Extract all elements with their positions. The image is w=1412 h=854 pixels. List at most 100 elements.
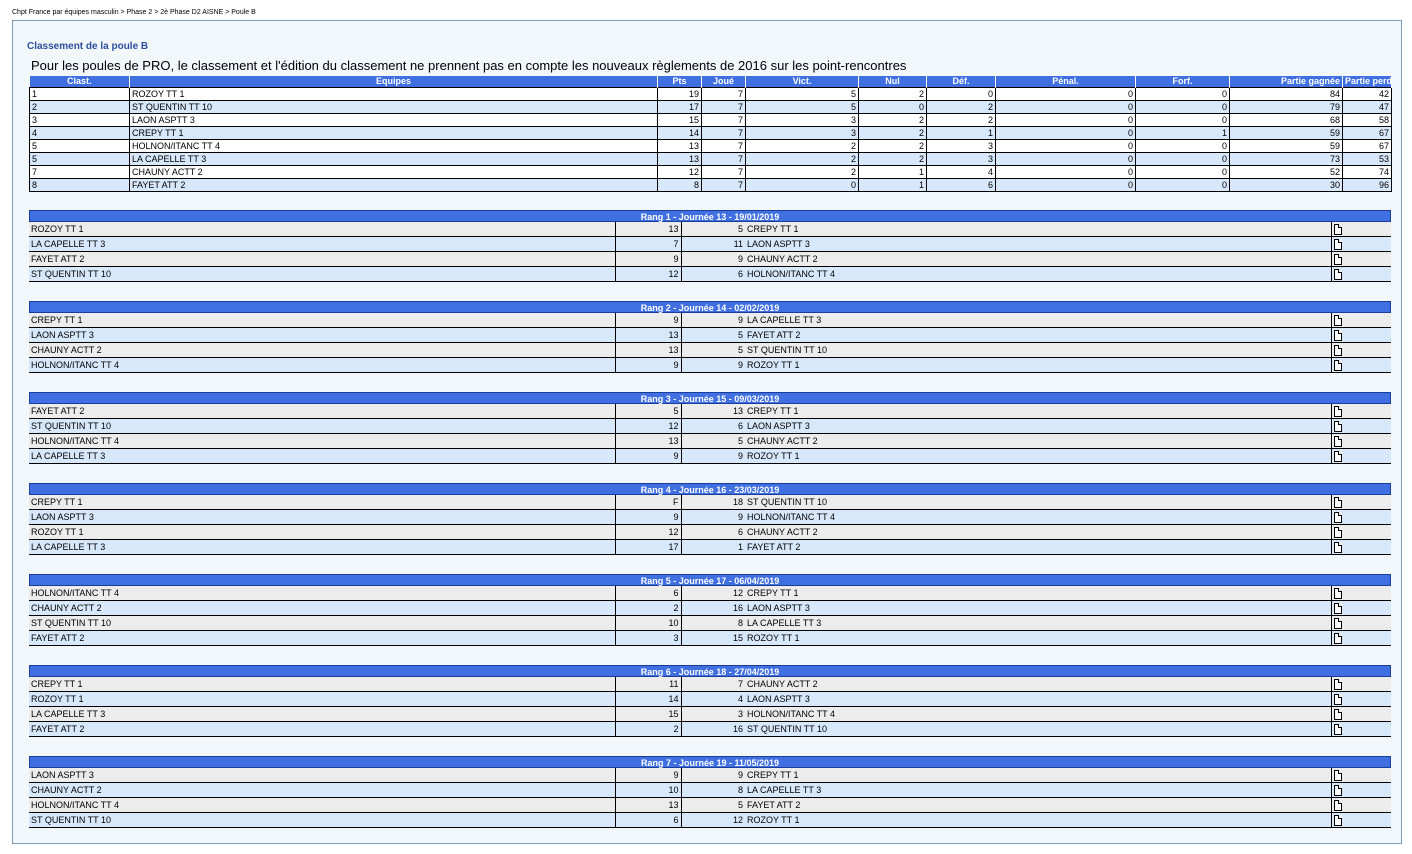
match-row[interactable]: LAON ASPTT 3 9 9 CREPY TT 1 <box>29 768 1391 783</box>
match-row[interactable]: CREPY TT 1 11 7 CHAUNY ACTT 2 <box>29 677 1391 692</box>
away-team[interactable]: FAYET ATT 2 <box>745 797 1331 813</box>
away-team[interactable]: ST QUENTIN TT 10 <box>745 495 1331 510</box>
home-team[interactable]: LAON ASPTT 3 <box>29 509 616 525</box>
match-row[interactable]: ROZOY TT 1 14 4 LAON ASPTT 3 <box>29 691 1391 707</box>
document-icon[interactable] <box>1333 330 1342 342</box>
match-row[interactable]: LAON ASPTT 3 13 5 FAYET ATT 2 <box>29 327 1391 343</box>
match-sheet-cell[interactable] <box>1330 797 1391 813</box>
home-team[interactable]: CREPY TT 1 <box>29 677 616 692</box>
home-team[interactable]: FAYET ATT 2 <box>29 251 616 267</box>
match-row[interactable]: CREPY TT 1 F 18 ST QUENTIN TT 10 <box>29 495 1391 510</box>
away-team[interactable]: HOLNON/ITANC TT 4 <box>745 266 1331 282</box>
document-icon[interactable] <box>1333 512 1342 524</box>
document-icon[interactable] <box>1333 269 1342 281</box>
document-icon[interactable] <box>1333 542 1342 554</box>
match-sheet-cell[interactable] <box>1330 495 1391 510</box>
document-icon[interactable] <box>1333 224 1342 236</box>
away-team[interactable]: LA CAPELLE TT 3 <box>745 615 1331 631</box>
match-row[interactable]: LAON ASPTT 3 9 9 HOLNON/ITANC TT 4 <box>29 509 1391 525</box>
document-icon[interactable] <box>1333 770 1342 782</box>
home-team[interactable]: ST QUENTIN TT 10 <box>29 615 616 631</box>
match-row[interactable]: ST QUENTIN TT 10 12 6 LAON ASPTT 3 <box>29 418 1391 434</box>
away-team[interactable]: HOLNON/ITANC TT 4 <box>745 509 1331 525</box>
match-sheet-cell[interactable] <box>1330 677 1391 692</box>
away-team[interactable]: ROZOY TT 1 <box>745 448 1331 464</box>
match-row[interactable]: FAYET ATT 2 5 13 CREPY TT 1 <box>29 404 1391 419</box>
away-team[interactable]: CHAUNY ACTT 2 <box>745 677 1331 692</box>
document-icon[interactable] <box>1333 239 1342 251</box>
document-icon[interactable] <box>1333 315 1342 327</box>
home-team[interactable]: CREPY TT 1 <box>29 495 616 510</box>
home-team[interactable]: HOLNON/ITANC TT 4 <box>29 357 616 373</box>
home-team[interactable]: FAYET ATT 2 <box>29 721 616 737</box>
match-sheet-cell[interactable] <box>1330 251 1391 267</box>
match-sheet-cell[interactable] <box>1330 342 1391 358</box>
away-team[interactable]: CREPY TT 1 <box>745 222 1331 237</box>
match-sheet-cell[interactable] <box>1330 524 1391 540</box>
away-team[interactable]: ST QUENTIN TT 10 <box>745 342 1331 358</box>
match-sheet-cell[interactable] <box>1330 600 1391 616</box>
home-team[interactable]: HOLNON/ITANC TT 4 <box>29 586 616 601</box>
breadcrumb[interactable]: Chpt France par équipes masculin > Phase… <box>12 9 256 16</box>
match-row[interactable]: ST QUENTIN TT 10 6 12 ROZOY TT 1 <box>29 812 1391 828</box>
document-icon[interactable] <box>1333 603 1342 615</box>
match-sheet-cell[interactable] <box>1330 615 1391 631</box>
team-name-cell[interactable]: FAYET ATT 2 <box>129 178 658 192</box>
away-team[interactable]: LAON ASPTT 3 <box>745 418 1331 434</box>
away-team[interactable]: LAON ASPTT 3 <box>745 236 1331 252</box>
match-row[interactable]: LA CAPELLE TT 3 15 3 HOLNON/ITANC TT 4 <box>29 706 1391 722</box>
document-icon[interactable] <box>1333 618 1342 630</box>
away-team[interactable]: ROZOY TT 1 <box>745 357 1331 373</box>
document-icon[interactable] <box>1333 436 1342 448</box>
team-name-cell[interactable]: CHAUNY ACTT 2 <box>129 165 658 179</box>
team-name-cell[interactable]: LA CAPELLE TT 3 <box>129 152 658 166</box>
match-row[interactable]: ROZOY TT 1 13 5 CREPY TT 1 <box>29 222 1391 237</box>
away-team[interactable]: LA CAPELLE TT 3 <box>745 313 1331 328</box>
away-team[interactable]: FAYET ATT 2 <box>745 327 1331 343</box>
home-team[interactable]: LA CAPELLE TT 3 <box>29 236 616 252</box>
away-team[interactable]: LAON ASPTT 3 <box>745 691 1331 707</box>
document-icon[interactable] <box>1333 254 1342 266</box>
home-team[interactable]: LA CAPELLE TT 3 <box>29 448 616 464</box>
away-team[interactable]: CHAUNY ACTT 2 <box>745 524 1331 540</box>
home-team[interactable]: HOLNON/ITANC TT 4 <box>29 433 616 449</box>
match-row[interactable]: HOLNON/ITANC TT 4 9 9 ROZOY TT 1 <box>29 357 1391 373</box>
away-team[interactable]: LA CAPELLE TT 3 <box>745 782 1331 798</box>
document-icon[interactable] <box>1333 694 1342 706</box>
match-sheet-cell[interactable] <box>1330 630 1391 646</box>
match-row[interactable]: FAYET ATT 2 3 15 ROZOY TT 1 <box>29 630 1391 646</box>
match-sheet-cell[interactable] <box>1330 433 1391 449</box>
match-row[interactable]: FAYET ATT 2 9 9 CHAUNY ACTT 2 <box>29 251 1391 267</box>
match-row[interactable]: CREPY TT 1 9 9 LA CAPELLE TT 3 <box>29 313 1391 328</box>
match-sheet-cell[interactable] <box>1330 313 1391 328</box>
match-sheet-cell[interactable] <box>1330 812 1391 828</box>
team-name-cell[interactable]: HOLNON/ITANC TT 4 <box>129 139 658 153</box>
away-team[interactable]: CREPY TT 1 <box>745 586 1331 601</box>
away-team[interactable]: ROZOY TT 1 <box>745 812 1331 828</box>
match-sheet-cell[interactable] <box>1330 357 1391 373</box>
team-name-cell[interactable]: ROZOY TT 1 <box>129 87 658 101</box>
match-row[interactable]: HOLNON/ITANC TT 4 13 5 CHAUNY ACTT 2 <box>29 433 1391 449</box>
document-icon[interactable] <box>1333 815 1342 827</box>
document-icon[interactable] <box>1333 785 1342 797</box>
match-sheet-cell[interactable] <box>1330 236 1391 252</box>
document-icon[interactable] <box>1333 406 1342 418</box>
home-team[interactable]: LA CAPELLE TT 3 <box>29 539 616 555</box>
match-sheet-cell[interactable] <box>1330 448 1391 464</box>
document-icon[interactable] <box>1333 588 1342 600</box>
match-sheet-cell[interactable] <box>1330 768 1391 783</box>
document-icon[interactable] <box>1333 497 1342 509</box>
home-team[interactable]: LAON ASPTT 3 <box>29 327 616 343</box>
away-team[interactable]: CREPY TT 1 <box>745 404 1331 419</box>
home-team[interactable]: HOLNON/ITANC TT 4 <box>29 797 616 813</box>
match-sheet-cell[interactable] <box>1330 721 1391 737</box>
match-sheet-cell[interactable] <box>1330 418 1391 434</box>
home-team[interactable]: ROZOY TT 1 <box>29 691 616 707</box>
match-row[interactable]: LA CAPELLE TT 3 7 11 LAON ASPTT 3 <box>29 236 1391 252</box>
home-team[interactable]: CHAUNY ACTT 2 <box>29 600 616 616</box>
team-name-cell[interactable]: LAON ASPTT 3 <box>129 113 658 127</box>
match-sheet-cell[interactable] <box>1330 782 1391 798</box>
document-icon[interactable] <box>1333 451 1342 463</box>
match-row[interactable]: ST QUENTIN TT 10 12 6 HOLNON/ITANC TT 4 <box>29 266 1391 282</box>
match-sheet-cell[interactable] <box>1330 222 1391 237</box>
